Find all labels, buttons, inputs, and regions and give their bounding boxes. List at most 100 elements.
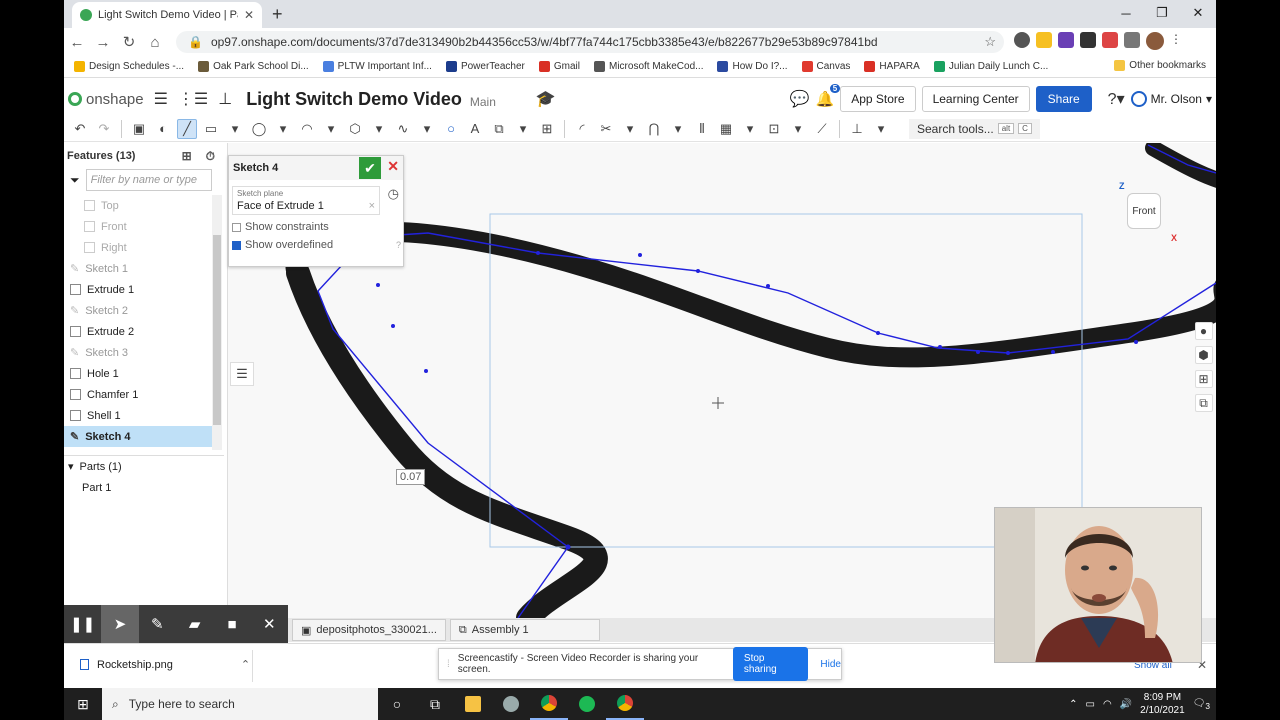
bookmark-item[interactable]: Gmail: [538, 61, 580, 72]
clock[interactable]: 8:09 PM 2/10/2021: [1140, 691, 1185, 717]
sketch-point[interactable]: [536, 251, 540, 255]
onshape-logo[interactable]: onshape: [68, 91, 144, 108]
learning-center-button[interactable]: Learning Center: [921, 86, 1030, 112]
branch-name[interactable]: Main: [470, 95, 496, 109]
dimension-label[interactable]: 0.07: [396, 469, 426, 485]
volume-icon[interactable]: 🔊: [1120, 699, 1132, 710]
dropdown-icon[interactable]: ▾: [740, 119, 760, 139]
point-tool-icon[interactable]: ○: [441, 119, 461, 139]
redo-icon[interactable]: ↷: [94, 119, 114, 139]
forward-button[interactable]: →: [90, 34, 116, 51]
spotify-icon[interactable]: [568, 688, 606, 720]
part-item[interactable]: Part 1: [64, 477, 224, 498]
dropdown-icon[interactable]: ▾: [417, 119, 437, 139]
thumbs-up-extension-icon[interactable]: [1036, 32, 1052, 48]
sketch-point[interactable]: [376, 283, 380, 287]
configurations-icon[interactable]: ⧉: [1194, 394, 1213, 412]
polygon-tool-icon[interactable]: ⬡: [345, 119, 365, 139]
insert-icon[interactable]: ⊥: [218, 89, 232, 109]
rollback-icon[interactable]: ◐: [153, 119, 173, 139]
parts-panel-icon[interactable]: ⬢: [1194, 346, 1213, 364]
sketch-point[interactable]: [1134, 340, 1138, 344]
sketch-point[interactable]: [696, 269, 700, 273]
camera-icon[interactable]: ■: [213, 605, 250, 643]
transform-tool-icon[interactable]: ⊡: [764, 119, 784, 139]
bookmark-item[interactable]: How Do I?...: [717, 61, 788, 72]
battery-icon[interactable]: ▭: [1086, 699, 1095, 710]
plane-item[interactable]: Right: [64, 237, 212, 258]
mass-properties-icon[interactable]: ⊞: [1194, 370, 1213, 388]
view-cube-front-face[interactable]: Front: [1127, 193, 1161, 229]
spline-tool-icon[interactable]: ∿: [393, 119, 413, 139]
share-button[interactable]: Share: [1035, 86, 1092, 112]
close-tab-icon[interactable]: ✕: [244, 8, 254, 22]
file-explorer-icon[interactable]: [454, 688, 492, 720]
bookmark-item[interactable]: Design Schedules -...: [74, 61, 184, 72]
document-title[interactable]: Light Switch Demo Video: [246, 89, 462, 110]
bookmark-item[interactable]: PowerTeacher: [445, 61, 525, 72]
dimension-tool-icon[interactable]: ⊞: [537, 119, 557, 139]
dropdown-icon[interactable]: ▾: [273, 119, 293, 139]
puzzle-icon[interactable]: [1124, 32, 1140, 48]
mirror-tool-icon[interactable]: ⫴: [692, 119, 712, 139]
chevron-up-icon[interactable]: ⌃: [241, 658, 250, 671]
minimize-button[interactable]: ─: [1108, 0, 1144, 26]
profile-avatar[interactable]: [1146, 32, 1164, 50]
appearance-panel-icon[interactable]: ●: [1194, 322, 1213, 340]
sketch-line[interactable]: [317, 290, 569, 618]
sketch-icon[interactable]: ▣: [129, 119, 149, 139]
scrollbar-thumb[interactable]: [213, 235, 221, 425]
extension-icon[interactable]: [1102, 32, 1118, 48]
undo-icon[interactable]: ↶: [70, 119, 90, 139]
bookmark-star-icon[interactable]: ☆: [984, 34, 996, 50]
sketch-list-icon[interactable]: ☰: [230, 362, 254, 386]
task-view-icon[interactable]: ⧉: [416, 688, 454, 720]
chevron-up-icon[interactable]: ⌃: [1069, 699, 1077, 710]
feature-item[interactable]: ✎ Sketch 3: [64, 342, 212, 363]
feature-item[interactable]: ✎ Sketch 2: [64, 300, 212, 321]
feature-list-icon[interactable]: ⋮☰: [178, 89, 208, 109]
sketch-point[interactable]: [938, 345, 942, 349]
taskbar-search-input[interactable]: ⌕ Type here to search: [102, 688, 378, 720]
bookmark-item[interactable]: PLTW Important Inf...: [322, 61, 432, 72]
line-tool-icon[interactable]: ╱: [177, 118, 197, 139]
cursor-icon[interactable]: ➤: [101, 605, 139, 643]
show-constraints-checkbox[interactable]: Show constraints: [232, 221, 403, 233]
accept-checkmark-icon[interactable]: ✔: [359, 157, 381, 179]
tab-image[interactable]: ▣ depositphotos_330021...: [292, 619, 446, 641]
search-tools-button[interactable]: Search tools... alt C: [909, 118, 1040, 139]
close-icon[interactable]: ✕: [251, 605, 288, 643]
sketch-point[interactable]: [1006, 351, 1010, 355]
feature-item[interactable]: Extrude 2: [64, 321, 212, 342]
other-bookmarks[interactable]: Other bookmarks: [1114, 60, 1206, 71]
hide-button[interactable]: Hide: [820, 659, 841, 670]
dropdown-icon[interactable]: ▾: [369, 119, 389, 139]
text-tool-icon[interactable]: A: [465, 119, 485, 139]
feature-item[interactable]: Shell 1: [64, 405, 212, 426]
browser-tab[interactable]: Light Switch Demo Video | Part S ✕: [72, 2, 262, 28]
feature-list-scrollbar[interactable]: [212, 195, 222, 450]
new-tab-button[interactable]: +: [272, 4, 283, 25]
constraint-tool-icon[interactable]: ⊥: [847, 119, 867, 139]
home-button[interactable]: ⌂: [142, 34, 168, 51]
reload-button[interactable]: ↻: [116, 33, 142, 51]
cortana-icon[interactable]: ○: [378, 688, 416, 720]
dropdown-icon[interactable]: ▾: [620, 119, 640, 139]
feature-item[interactable]: ✎ Sketch 4: [64, 426, 212, 447]
sketch-point[interactable]: [565, 544, 571, 550]
help-icon[interactable]: ?: [396, 240, 401, 250]
sketch-point[interactable]: [976, 350, 980, 354]
dropdown-icon[interactable]: ▾: [871, 119, 891, 139]
arc-tool-icon[interactable]: ◠: [297, 119, 317, 139]
notification-center-icon[interactable]: 🗨3: [1193, 698, 1210, 711]
sketch-point[interactable]: [1051, 350, 1055, 354]
parts-header[interactable]: ▾ Parts (1): [64, 456, 224, 477]
filter-input[interactable]: Filter by name or type: [85, 169, 212, 191]
bookmark-item[interactable]: HAPARA: [864, 61, 920, 72]
back-button[interactable]: ←: [64, 34, 90, 51]
chrome-icon[interactable]: [606, 688, 644, 720]
extension-icon[interactable]: [1058, 32, 1074, 48]
bookmark-item[interactable]: Canvas: [801, 61, 850, 72]
dropdown-icon[interactable]: ▾: [788, 119, 808, 139]
url-input[interactable]: 🔒 op97.onshape.com/documents/37d7de31349…: [176, 31, 1004, 53]
